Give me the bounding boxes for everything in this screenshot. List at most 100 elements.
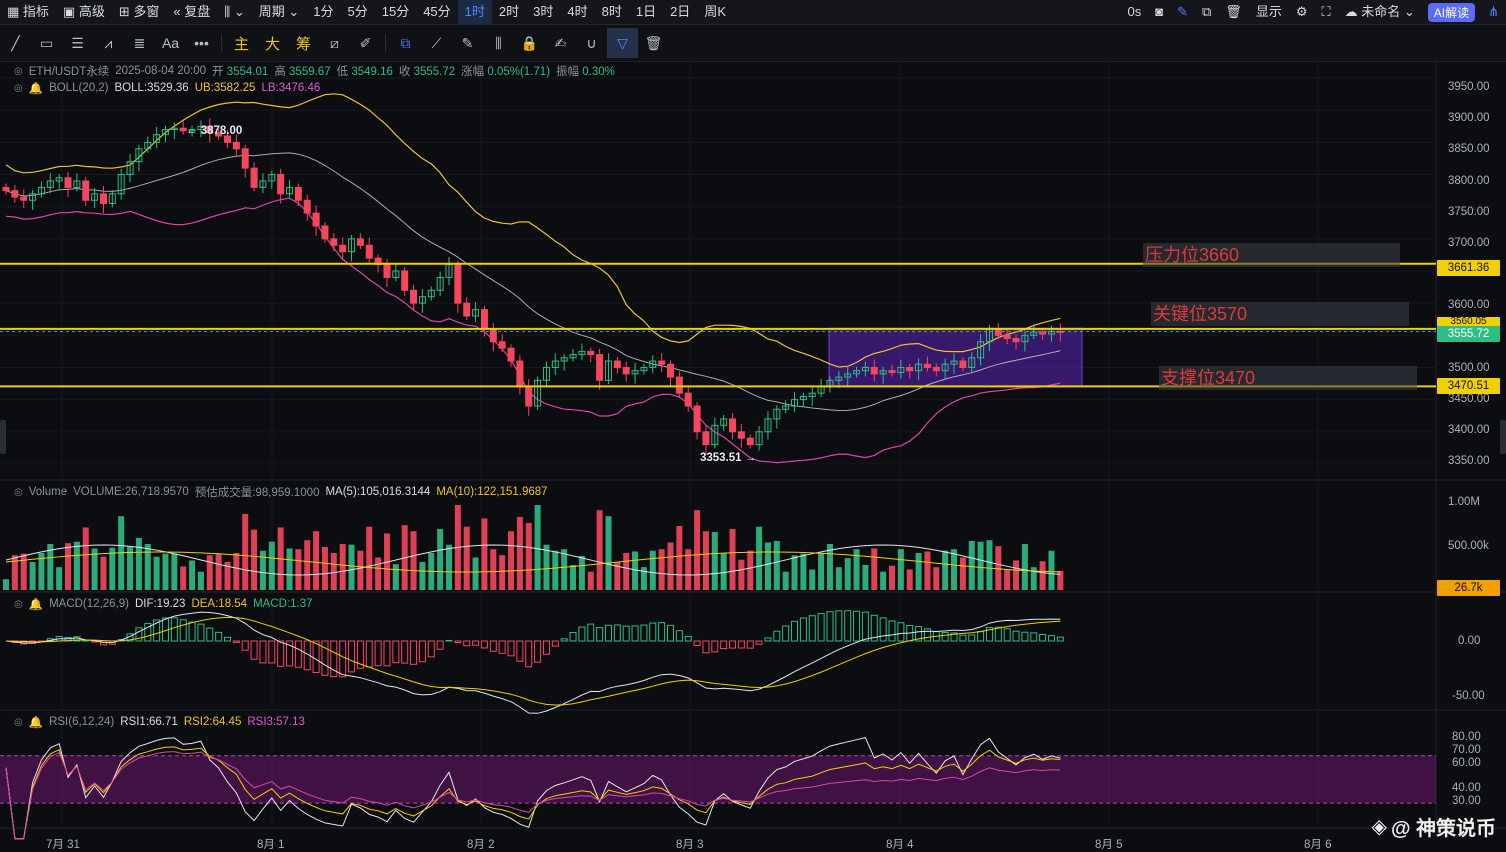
bell-icon[interactable]: 🔔 <box>29 715 43 729</box>
candle-down <box>490 329 496 342</box>
main-force-button[interactable]: 主 <box>226 28 257 58</box>
brush-icon[interactable]: ✎ <box>452 28 483 58</box>
boll-name[interactable]: BOLL(20,2) <box>49 82 108 94</box>
parallel-channel-icon[interactable]: ☰ <box>62 28 93 58</box>
delete-drawings-icon[interactable]: 🗑 <box>1218 0 1249 24</box>
tf-4h[interactable]: 4时 <box>560 0 594 24</box>
tf-3h[interactable]: 3时 <box>526 0 560 24</box>
eye-icon[interactable]: ◎ <box>14 599 23 610</box>
candle-down <box>357 239 363 245</box>
fullscreen-icon[interactable]: ⛶ <box>1314 0 1337 24</box>
pen-tool-icon[interactable]: ✐ <box>350 28 381 58</box>
macd-name[interactable]: MACD(12,26,9) <box>49 598 129 610</box>
candle-down <box>21 197 27 200</box>
chips-button[interactable]: 筹 <box>288 28 319 58</box>
volume-bar <box>792 555 798 590</box>
volume-bar <box>765 542 771 590</box>
bell-icon[interactable]: 🔔 <box>29 597 43 611</box>
price-tick: 3400.00 <box>1448 424 1490 436</box>
text-tool-icon[interactable]: Aa <box>155 28 186 58</box>
right-panel-handle[interactable] <box>1500 420 1506 454</box>
tf-2d[interactable]: 2日 <box>663 0 697 24</box>
volume-bar <box>269 542 275 590</box>
volume-bar <box>340 544 346 590</box>
key-level-note[interactable]: 关键位3570 <box>1151 302 1409 326</box>
lock-icon[interactable]: 🔒 <box>514 28 545 58</box>
tf-5m[interactable]: 5分 <box>341 0 375 24</box>
candles-icon[interactable]: ⫼ <box>483 28 514 58</box>
volume-bar <box>127 547 133 590</box>
replay-button[interactable]: « 复盘 <box>166 0 217 24</box>
rectangle-tool-icon[interactable]: ▭ <box>31 28 62 58</box>
macd-hist-bar <box>969 635 975 641</box>
more-tools-icon[interactable]: ••• <box>186 28 217 58</box>
candle-down <box>508 348 514 361</box>
measure-icon[interactable]: ⟋ <box>421 28 452 58</box>
rsi-tick: 70.00 <box>1452 744 1481 756</box>
volume-bar <box>703 531 709 590</box>
tf-8h[interactable]: 8时 <box>595 0 629 24</box>
volume-bar <box>570 565 576 590</box>
price-tick: 3850.00 <box>1448 143 1490 155</box>
est-volume-value: 预估成交量:98,959.1000 <box>195 484 320 500</box>
macd-hist-bar <box>180 620 186 641</box>
fib-tool-icon[interactable]: ≣ <box>124 28 155 58</box>
chart-type-button[interactable]: ⫼ ⌄ <box>217 0 252 24</box>
price-tick: 3350.00 <box>1448 455 1490 467</box>
wave-tool-icon[interactable]: ⩘ <box>93 28 124 58</box>
share-icon[interactable]: ⋔ <box>1481 0 1506 24</box>
layout-dropdown[interactable]: ☁ 未命名 ⌄ <box>1338 0 1422 24</box>
magnet-icon[interactable]: ∪ <box>576 28 607 58</box>
eye-icon[interactable]: ◎ <box>14 66 23 77</box>
advanced-button[interactable]: ▣ 高级 <box>56 0 112 24</box>
line-tool-icon[interactable]: ╱ <box>0 28 31 58</box>
candle-down <box>1004 335 1010 338</box>
display-button[interactable]: 显示 <box>1249 0 1289 24</box>
volume-bar <box>437 529 443 590</box>
eye-icon[interactable]: ◎ <box>14 487 23 498</box>
camera-icon[interactable]: ◙ <box>1148 0 1170 24</box>
rsi-tick: 30.00 <box>1452 795 1481 807</box>
resistance-note[interactable]: 压力位3660 <box>1143 243 1400 267</box>
tf-2h[interactable]: 2时 <box>492 0 526 24</box>
candle-down <box>668 364 674 377</box>
multi-window-button[interactable]: ⊞ 多窗 <box>112 0 167 24</box>
bell-icon[interactable]: 🔔 <box>29 81 43 95</box>
filter-icon[interactable]: ▽ <box>607 28 638 58</box>
volume-bar <box>21 554 27 590</box>
volume-bar <box>995 546 1001 590</box>
indicators-button[interactable]: ▦ 指标 <box>0 0 56 24</box>
ai-interpret-button[interactable]: AI解读 <box>1428 3 1475 22</box>
trash-icon[interactable]: 🗑 <box>638 28 669 58</box>
edit-icon[interactable]: ✍ <box>545 28 576 58</box>
eye-icon[interactable]: ◎ <box>14 83 23 94</box>
tf-1h[interactable]: 1时 <box>458 0 492 24</box>
candle-down <box>614 361 620 367</box>
volume-bar <box>623 553 629 590</box>
macd-hist-bar <box>322 641 328 675</box>
scale-tool-icon[interactable]: ⧄ <box>319 28 350 58</box>
pencil-icon[interactable]: ✎ <box>1170 0 1195 24</box>
candle-down <box>703 432 709 445</box>
big-order-button[interactable]: 大 <box>257 28 288 58</box>
rsi-name[interactable]: RSI(6,12,24) <box>49 716 114 728</box>
tf-45m[interactable]: 45分 <box>416 0 457 24</box>
volume-tick: 1.00M <box>1448 496 1480 508</box>
eye-icon[interactable]: ◎ <box>14 717 23 728</box>
tf-1m[interactable]: 1分 <box>306 0 340 24</box>
left-panel-handle[interactable] <box>0 420 6 454</box>
popout-icon[interactable]: ⧉ <box>1195 0 1218 24</box>
macd-hist-bar <box>676 631 682 641</box>
period-dropdown[interactable]: 周期 ⌄ <box>252 0 307 24</box>
copy-icon[interactable]: ⧉ <box>390 28 421 58</box>
tf-1d[interactable]: 1日 <box>629 0 663 24</box>
tf-1w[interactable]: 周K <box>697 0 733 24</box>
candle-down <box>411 290 417 303</box>
candle-down <box>384 265 390 278</box>
volume-name[interactable]: Volume <box>29 486 67 498</box>
candle-down <box>933 367 939 370</box>
settings-icon[interactable]: ⚙ <box>1289 0 1315 24</box>
tf-15m[interactable]: 15分 <box>375 0 416 24</box>
support-note[interactable]: 支撑位3470 <box>1159 366 1417 390</box>
volume-bar <box>3 579 9 590</box>
